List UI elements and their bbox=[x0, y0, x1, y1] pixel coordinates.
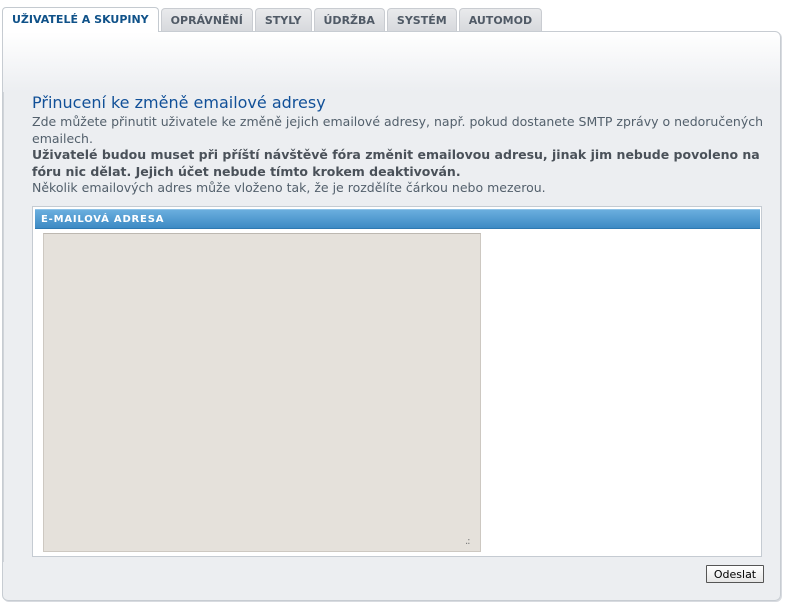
warning-text: Uživatelé budou muset při příští návštěv… bbox=[32, 147, 760, 179]
tab-permissions[interactable]: OPRÁVNĚNÍ bbox=[160, 8, 253, 32]
tab-styles[interactable]: STYLY bbox=[254, 8, 312, 32]
resize-grip-icon[interactable]: .: bbox=[465, 537, 477, 549]
content-area: Přinucení ke změně emailové adresy Zde m… bbox=[32, 92, 768, 197]
tab-system[interactable]: SYSTÉM bbox=[386, 8, 457, 32]
email-field-header: E-MAILOVÁ ADRESA bbox=[35, 209, 760, 229]
tab-bar: UŽIVATELÉ A SKUPINY OPRÁVNĚNÍ STYLY ÚDRŽ… bbox=[0, 7, 544, 32]
page: UŽIVATELÉ A SKUPINY OPRÁVNĚNÍ STYLY ÚDRŽ… bbox=[0, 0, 788, 607]
email-addresses-textarea[interactable] bbox=[43, 233, 481, 552]
tab-automod[interactable]: AUTOMOD bbox=[458, 8, 543, 32]
hint-text: Několik emailových adres může vloženo ta… bbox=[32, 180, 546, 195]
panel-divider bbox=[3, 92, 4, 562]
email-fieldset: E-MAILOVÁ ADRESA .: bbox=[32, 206, 762, 557]
tab-maintenance[interactable]: ÚDRŽBA bbox=[313, 8, 385, 32]
submit-button[interactable]: Odeslat bbox=[706, 565, 764, 583]
description-text: Zde můžete přinutit uživatele ke změně j… bbox=[32, 114, 764, 146]
page-title: Přinucení ke změně emailové adresy bbox=[32, 93, 326, 112]
main-panel: Přinucení ke změně emailové adresy Zde m… bbox=[2, 31, 781, 601]
tab-users-groups[interactable]: UŽIVATELÉ A SKUPINY bbox=[2, 7, 159, 32]
